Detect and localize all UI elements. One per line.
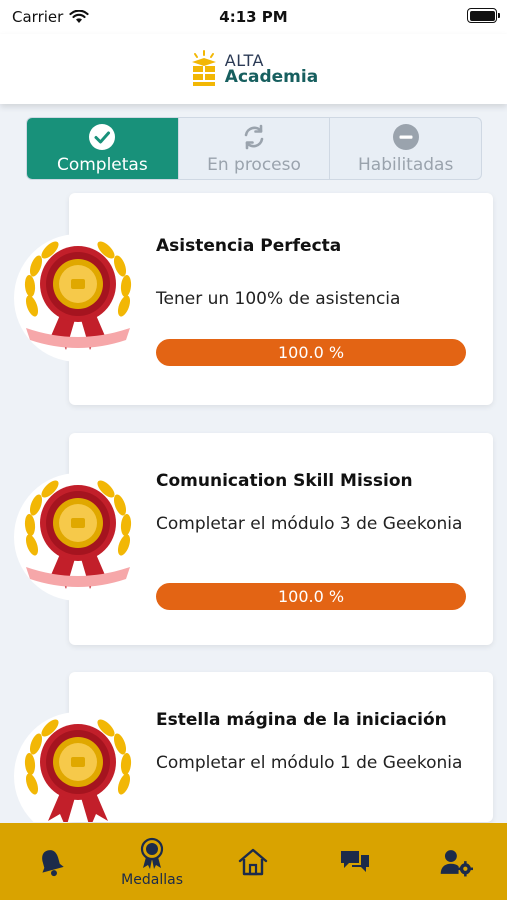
tab-completas[interactable]: Completas (27, 118, 179, 179)
home-icon (239, 848, 268, 875)
medal-icon (140, 837, 164, 869)
tab-en-proceso[interactable]: En proceso (179, 118, 331, 179)
brand-line-2: Academia (224, 66, 319, 87)
logo-icon (191, 50, 216, 86)
nav-medallas[interactable]: Medallas (112, 836, 192, 888)
gold-medal-icon (14, 234, 142, 362)
refresh-icon (244, 124, 264, 149)
user-settings-icon (440, 849, 474, 876)
tab-completas-label: Completas (56, 154, 148, 175)
medal-title: Asistencia Perfecta (156, 236, 342, 256)
tab-habilitadas[interactable]: Habilitadas (330, 118, 481, 179)
medal-filter-tabs: Completas En proceso Habilitadas (26, 117, 482, 180)
medal-title: Estella mágina de la iniciación (156, 710, 447, 730)
app-header: ALTA Academia (0, 34, 507, 104)
nav-messages[interactable] (315, 845, 395, 879)
tab-habilitadas-label: Habilitadas (358, 154, 454, 175)
status-bar: Carrier 4:13 PM (0, 0, 507, 34)
medal-description: Completar el módulo 3 de Geekonia (156, 514, 463, 534)
minus-circle-icon (392, 123, 419, 150)
gold-medal-icon (14, 473, 142, 601)
tab-en-proceso-label: En proceso (207, 154, 301, 175)
brand-logo: ALTA Academia (189, 50, 318, 88)
nav-notifications[interactable] (11, 845, 91, 879)
bell-icon (41, 849, 64, 876)
gold-medal-icon (14, 712, 142, 822)
nav-home[interactable] (213, 845, 293, 879)
nav-profile-settings[interactable] (416, 845, 496, 879)
bottom-nav: Medallas (0, 823, 507, 900)
check-circle-icon (89, 123, 116, 150)
nav-medallas-label: Medallas (121, 871, 183, 888)
progress-bar: 100.0 % (156, 583, 466, 610)
medal-description: Tener un 100% de asistencia (156, 289, 401, 309)
medal-description: Completar el módulo 1 de Geekonia (156, 753, 463, 773)
clock: 4:13 PM (219, 8, 288, 26)
medal-title: Comunication Skill Mission (156, 471, 413, 491)
chat-icon (340, 850, 369, 872)
battery-icon (467, 8, 500, 23)
progress-bar: 100.0 % (156, 339, 466, 366)
